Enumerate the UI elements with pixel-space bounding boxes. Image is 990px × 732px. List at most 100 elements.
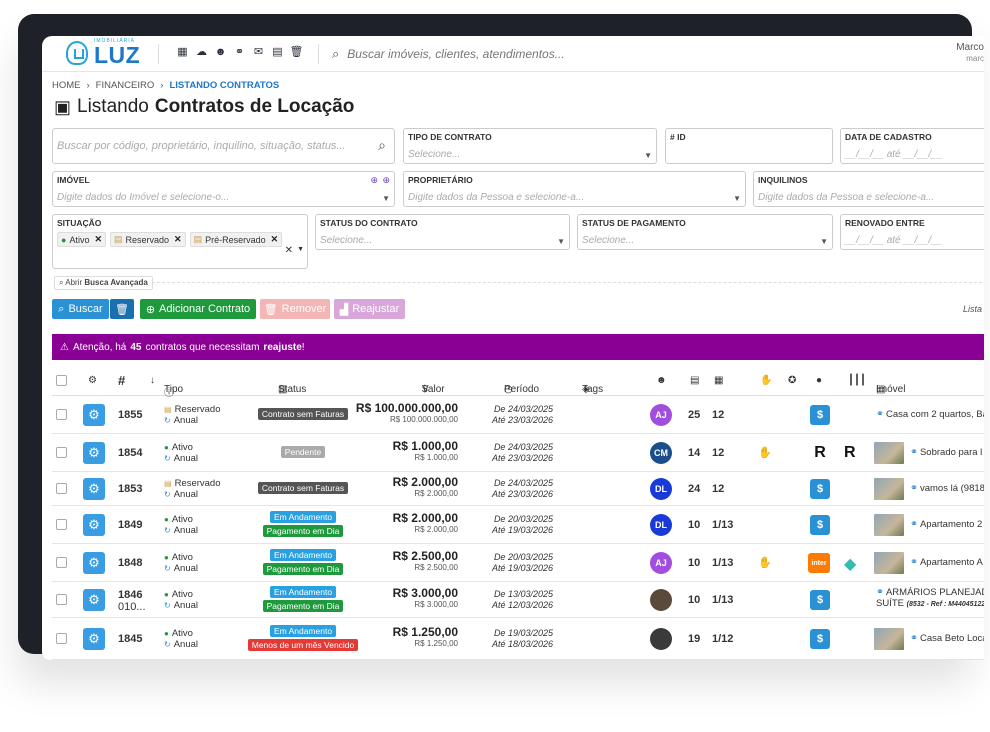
- row-checkbox[interactable]: [56, 409, 67, 420]
- pix-icon[interactable]: ◆: [844, 554, 856, 574]
- payment-button[interactable]: $: [810, 515, 830, 535]
- tipo-line: ● Ativo: [164, 442, 198, 453]
- imovel-cell[interactable]: ⚭ARMÁRIOS PLANEJADOSUÍTE (8532 - Ref : M…: [876, 587, 984, 610]
- bank-logo-icon[interactable]: R: [844, 444, 856, 462]
- hand-money-icon[interactable]: ✋: [758, 556, 772, 569]
- imovel-field[interactable]: IMÓVEL ⊕ ⊕ Digite dados do Imóvel e sele…: [52, 171, 395, 207]
- header-tipo-label: Tipo: [164, 384, 184, 395]
- row-settings-button[interactable]: ⚙: [83, 404, 105, 426]
- adicionar-contrato-button[interactable]: ⊕ Adicionar Contrato: [140, 299, 256, 319]
- tipo-line: ↻ Anual: [164, 453, 198, 464]
- property-thumbnail[interactable]: [874, 514, 904, 536]
- row-checkbox[interactable]: [56, 483, 67, 494]
- clear-filters-button[interactable]: 🗑: [110, 299, 134, 319]
- property-thumbnail[interactable]: [874, 628, 904, 650]
- add-icon[interactable]: ⊕: [382, 175, 390, 186]
- avatar[interactable]: [650, 589, 672, 611]
- sort-icon[interactable]: ↓: [150, 375, 155, 386]
- main-search-field[interactable]: Buscar por código, proprietário, inquili…: [52, 128, 395, 164]
- money-bag-icon: $: [816, 594, 824, 606]
- avatar[interactable]: [650, 628, 672, 650]
- property-thumbnail[interactable]: [874, 442, 904, 464]
- row-settings-button[interactable]: ⚙: [83, 552, 105, 574]
- imovel-cell[interactable]: ⚭ vamos lá (9818 -: [910, 483, 984, 494]
- reajustar-button[interactable]: ▟ Reajustar: [334, 299, 405, 319]
- parcelas: 1/12: [712, 633, 734, 645]
- row-checkbox[interactable]: [56, 557, 67, 568]
- renovado-field[interactable]: RENOVADO ENTRE __/__/__ até __/__/__: [840, 214, 984, 250]
- user-menu[interactable]: Marco marc: [956, 42, 984, 64]
- remove-tag-icon[interactable]: ✕: [94, 234, 102, 245]
- imovel-cell[interactable]: ⚭ Casa com 2 quartos, Ba: [876, 409, 984, 420]
- proprietario-field[interactable]: PROPRIETÁRIO Digite dados da Pessoa e se…: [403, 171, 746, 207]
- row-settings-button[interactable]: ⚙: [83, 442, 105, 464]
- avatar[interactable]: AJ: [650, 404, 672, 426]
- imovel-cell[interactable]: ⚭ Casa Beto Loca: [910, 633, 984, 644]
- status-pagamento-select[interactable]: STATUS DE PAGAMENTO Selecione... ▼: [577, 214, 833, 250]
- hand-money-icon[interactable]: ✋: [758, 446, 772, 459]
- imovel-cell[interactable]: ⚭ Apartamento A: [910, 557, 983, 568]
- reminder-icon[interactable]: ☁: [195, 45, 208, 58]
- calendar-icon[interactable]: ▤: [271, 45, 284, 58]
- row-settings-button[interactable]: ⚙: [83, 589, 105, 611]
- breadcrumb-section[interactable]: FINANCEIRO: [96, 80, 155, 91]
- data-cadastro-field[interactable]: DATA DE CADASTRO __/__/__ até __/__/__: [840, 128, 984, 164]
- adicionar-label: Adicionar Contrato: [159, 303, 251, 315]
- payment-button[interactable]: $: [810, 405, 830, 425]
- row-settings-button[interactable]: ⚙: [83, 514, 105, 536]
- buscar-button[interactable]: ⌕ Buscar: [52, 299, 109, 319]
- inter-logo-icon[interactable]: inter: [808, 553, 830, 573]
- id-field[interactable]: # ID: [665, 128, 833, 164]
- contract-id-value: 1848: [118, 557, 143, 569]
- property-thumbnail[interactable]: [874, 552, 904, 574]
- avatar[interactable]: CM: [650, 442, 672, 464]
- mail-icon[interactable]: ✉: [252, 45, 265, 58]
- row-settings-button[interactable]: ⚙: [83, 628, 105, 650]
- avatar[interactable]: DL: [650, 478, 672, 500]
- clear-icon[interactable]: ✕: [285, 245, 293, 256]
- contract-id: 1853: [118, 483, 142, 495]
- status-badge: Pendente: [280, 446, 326, 458]
- avatar[interactable]: DL: [650, 514, 672, 536]
- payment-button[interactable]: $: [810, 590, 830, 610]
- search-plus-icon[interactable]: ⊕: [370, 175, 378, 186]
- tipo-periodicidade: Anual: [173, 489, 199, 500]
- contract-id-value: 1845: [118, 633, 143, 645]
- payment-button[interactable]: R: [810, 443, 830, 463]
- row-checkbox[interactable]: [56, 447, 67, 458]
- tipo-contrato-select[interactable]: TIPO DE CONTRATO Selecione... ▼: [403, 128, 657, 164]
- renovado-label: RENOVADO ENTRE: [845, 218, 925, 228]
- remover-button[interactable]: 🗑 Remover: [260, 299, 330, 319]
- global-search-input[interactable]: [347, 47, 728, 61]
- remove-tag-icon[interactable]: ✕: [174, 234, 182, 245]
- remove-tag-icon[interactable]: ✕: [271, 234, 279, 245]
- advanced-search-button[interactable]: ⌕ Abrir Busca Avançada: [54, 276, 153, 290]
- link-icon[interactable]: ⚭: [233, 45, 246, 58]
- property-thumbnail[interactable]: [874, 478, 904, 500]
- table-row: ⚙ 1846 010... ● Ativo ↻ Anual Em Andamento Pagam…: [52, 582, 984, 618]
- row-checkbox[interactable]: [56, 519, 67, 530]
- payment-button[interactable]: $: [810, 479, 830, 499]
- tipo-situacao: Ativo: [171, 589, 193, 600]
- refresh-icon: ↻: [164, 601, 171, 610]
- row-settings-button[interactable]: ⚙: [83, 478, 105, 500]
- inquilinos-field[interactable]: INQUILINOS Digite dados da Pessoa e sele…: [753, 171, 984, 207]
- breadcrumb-home[interactable]: HOME: [52, 80, 81, 91]
- brand-logo[interactable]: IMOBILIÁRIA LUZ: [66, 38, 146, 70]
- app-screen: IMOBILIÁRIA LUZ ▦ ☁ ☻ ⚭ ✉ ▤ 🗑 ⌕ Marco ma…: [42, 36, 984, 660]
- periodo-inicio: De 13/03/2025: [493, 589, 553, 599]
- row-checkbox[interactable]: [56, 633, 67, 644]
- certificate-icon: ▣: [54, 96, 72, 117]
- trash-icon[interactable]: 🗑: [290, 45, 304, 58]
- row-checkbox[interactable]: [56, 594, 67, 605]
- status-contrato-select[interactable]: STATUS DO CONTRATO Selecione... ▼: [315, 214, 570, 250]
- avatar[interactable]: AJ: [650, 552, 672, 574]
- situacao-multiselect[interactable]: SITUAÇÃO ● Ativo ✕ ▤ Reservado ✕ ▤ Pré-Reserv…: [52, 214, 308, 269]
- dashboard-icon[interactable]: ▦: [176, 45, 189, 58]
- imovel-cell[interactable]: ⚭ Sobrado para l: [910, 447, 982, 458]
- payment-button[interactable]: $: [810, 629, 830, 649]
- people-icon[interactable]: ☻: [214, 45, 227, 58]
- dia-vencimento: 14: [688, 447, 701, 459]
- imovel-cell[interactable]: ⚭ Apartamento 2: [910, 519, 982, 530]
- select-all-checkbox[interactable]: [56, 375, 67, 386]
